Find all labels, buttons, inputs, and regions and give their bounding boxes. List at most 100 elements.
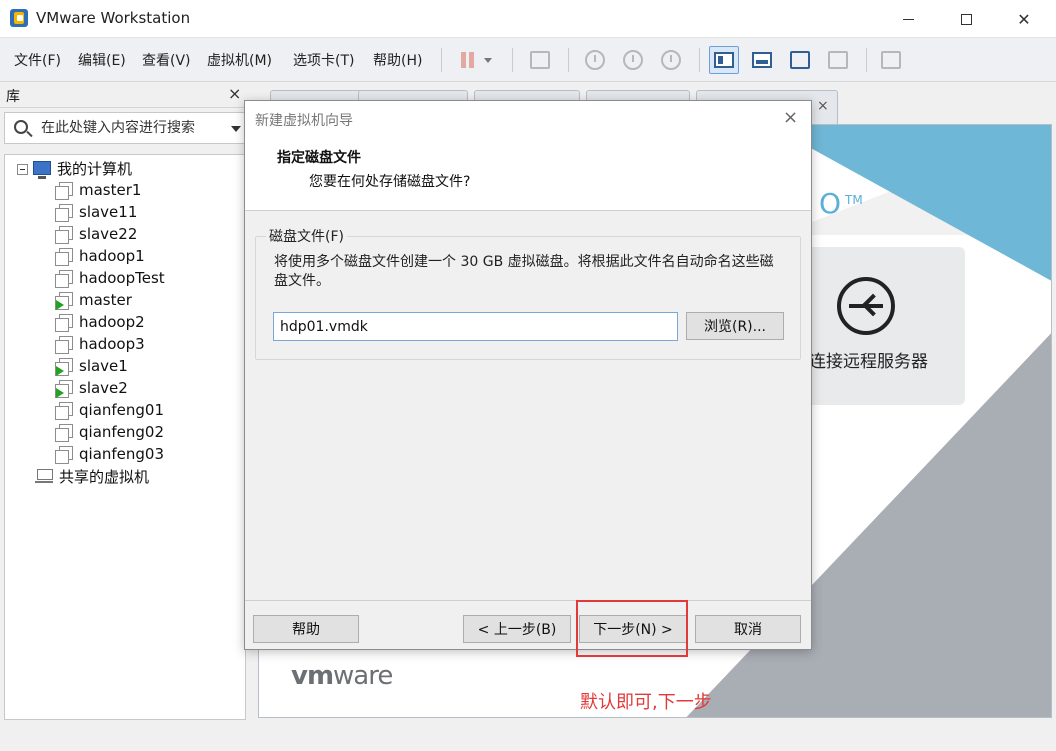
tree-item-vm[interactable]: slave11 — [55, 201, 137, 223]
maximize-icon — [960, 13, 972, 25]
console-view-button[interactable] — [876, 46, 906, 74]
menu-vm[interactable]: 虚拟机(M) — [207, 50, 272, 70]
library-search-input[interactable] — [41, 118, 221, 138]
toolbar-separator — [512, 48, 513, 72]
vm-icon — [55, 269, 73, 288]
search-dropdown-icon[interactable] — [231, 126, 241, 132]
vm-icon — [55, 247, 73, 266]
toolbar-separator — [568, 48, 569, 72]
browse-button[interactable]: 浏览(R)... — [686, 312, 784, 340]
tree-item-vm[interactable]: hadoop1 — [55, 245, 145, 267]
menu-help[interactable]: 帮助(H) — [373, 50, 422, 70]
snapshot-manager-button[interactable] — [656, 46, 686, 74]
help-button[interactable]: 帮助 — [253, 615, 359, 643]
tree-item-vm[interactable]: master1 — [55, 179, 141, 201]
tree-item-label: master1 — [79, 181, 142, 199]
vm-tree: 我的计算机 master1 slave11 slave22 hadoop1 hadoop… — [4, 154, 246, 720]
disk-file-description: 将使用多个磁盘文件创建一个 30 GB 虚拟磁盘。将根据此文件名自动命名这些磁盘… — [274, 254, 774, 289]
tree-item-label: slave1 — [79, 357, 128, 375]
maximize-button[interactable] — [940, 0, 992, 38]
shared-vms-icon — [35, 468, 53, 484]
play-icon — [56, 299, 64, 310]
running-vm-icon — [55, 291, 73, 310]
tree-item-label: hadoop2 — [79, 313, 145, 331]
play-icon — [56, 365, 64, 376]
pause-dropdown-button[interactable] — [478, 46, 498, 74]
snapshot-icon — [585, 50, 605, 70]
menu-file[interactable]: 文件(F) — [14, 50, 61, 70]
vm-icon — [55, 181, 73, 200]
tree-item-label: qianfeng02 — [79, 423, 165, 441]
tree-item-shared-vms[interactable]: 共享的虚拟机 — [35, 465, 149, 487]
vm-icon — [55, 313, 73, 332]
vmware-app-icon — [10, 9, 28, 27]
cancel-button[interactable]: 取消 — [695, 615, 801, 643]
chevron-down-icon — [484, 57, 492, 63]
library-search-box — [4, 112, 246, 144]
tree-item-label: 我的计算机 — [57, 159, 133, 178]
dialog-close-button[interactable]: × — [783, 107, 798, 128]
minimize-button[interactable] — [882, 0, 934, 38]
tree-item-vm[interactable]: slave2 — [55, 377, 128, 399]
tree-item-label: hadoop3 — [79, 335, 145, 353]
tree-item-vm[interactable]: slave1 — [55, 355, 128, 377]
tree-item-label: slave22 — [79, 225, 138, 243]
annotation-text: 默认即可,下一步 — [580, 692, 712, 713]
menu-tabs[interactable]: 选项卡(T) — [293, 50, 354, 70]
tree-item-vm[interactable]: slave22 — [55, 223, 137, 245]
wizard-step-subtitle: 您要在何处存储磁盘文件? — [309, 174, 471, 190]
full-screen-button[interactable] — [785, 46, 815, 74]
running-vm-icon — [55, 379, 73, 398]
search-icon — [14, 120, 28, 134]
tree-item-label: hadoop1 — [79, 247, 145, 265]
unity-icon — [828, 51, 848, 69]
toolbar-separator — [866, 48, 867, 72]
pause-icon — [460, 52, 474, 68]
tree-item-label: qianfeng03 — [79, 445, 165, 463]
disk-file-input[interactable] — [273, 312, 678, 341]
logo-part: vm — [291, 661, 334, 691]
library-close-button[interactable]: × — [228, 84, 241, 103]
menu-edit[interactable]: 编辑(E) — [78, 50, 126, 70]
disk-file-group-label: 磁盘文件(F) — [266, 226, 347, 246]
tab-close-button[interactable]: × — [817, 98, 829, 114]
library-header: 库 × — [0, 82, 250, 108]
menu-view[interactable]: 查看(V) — [142, 50, 191, 70]
tree-item-vm[interactable]: qianfeng01 — [55, 399, 164, 421]
back-button[interactable]: < 上一步(B) — [463, 615, 571, 643]
revert-snapshot-icon — [623, 50, 643, 70]
tree-item-vm[interactable]: hadoop2 — [55, 311, 145, 333]
tree-item-vm[interactable]: qianfeng03 — [55, 443, 164, 465]
thumbnail-bar-button[interactable] — [747, 46, 777, 74]
tree-item-vm[interactable]: qianfeng02 — [55, 421, 164, 443]
vm-icon — [55, 203, 73, 222]
tree-item-my-computer[interactable]: 我的计算机 — [33, 157, 132, 179]
tree-item-label: master — [79, 291, 132, 309]
library-title: 库 — [6, 89, 20, 105]
dialog-body: 磁盘文件(F) 将使用多个磁盘文件创建一个 30 GB 虚拟磁盘。将根据此文件名… — [245, 210, 811, 600]
send-ctrl-alt-del-button[interactable] — [525, 46, 555, 74]
collapse-toggle[interactable] — [17, 164, 28, 175]
tree-item-label: hadoopTest — [79, 269, 165, 287]
tree-item-label: slave11 — [79, 203, 138, 221]
running-vm-icon — [55, 357, 73, 376]
toolbar-separator — [441, 48, 442, 72]
disk-file-group: 磁盘文件(F) 将使用多个磁盘文件创建一个 30 GB 虚拟磁盘。将根据此文件名… — [255, 226, 801, 360]
snapshot-button[interactable] — [580, 46, 610, 74]
full-screen-icon — [790, 51, 810, 69]
close-window-button[interactable]: ✕ — [998, 0, 1050, 38]
vm-icon — [55, 401, 73, 420]
new-vm-wizard-dialog: 新建虚拟机向导 × 指定磁盘文件 您要在何处存储磁盘文件? 磁盘文件(F) 将使… — [244, 100, 812, 650]
library-view-icon — [714, 52, 734, 68]
thumbnail-view-icon — [752, 52, 772, 68]
tree-item-vm[interactable]: hadoop3 — [55, 333, 145, 355]
tree-item-vm[interactable]: master — [55, 289, 132, 311]
console-view-icon — [881, 51, 901, 69]
unity-button[interactable] — [823, 46, 853, 74]
tree-item-vm[interactable]: hadoopTest — [55, 267, 165, 289]
show-library-button[interactable] — [709, 46, 739, 74]
dialog-title: 新建虚拟机向导 — [255, 113, 353, 129]
revert-snapshot-button[interactable] — [618, 46, 648, 74]
vm-icon — [55, 225, 73, 244]
tree-item-label: slave2 — [79, 379, 128, 397]
